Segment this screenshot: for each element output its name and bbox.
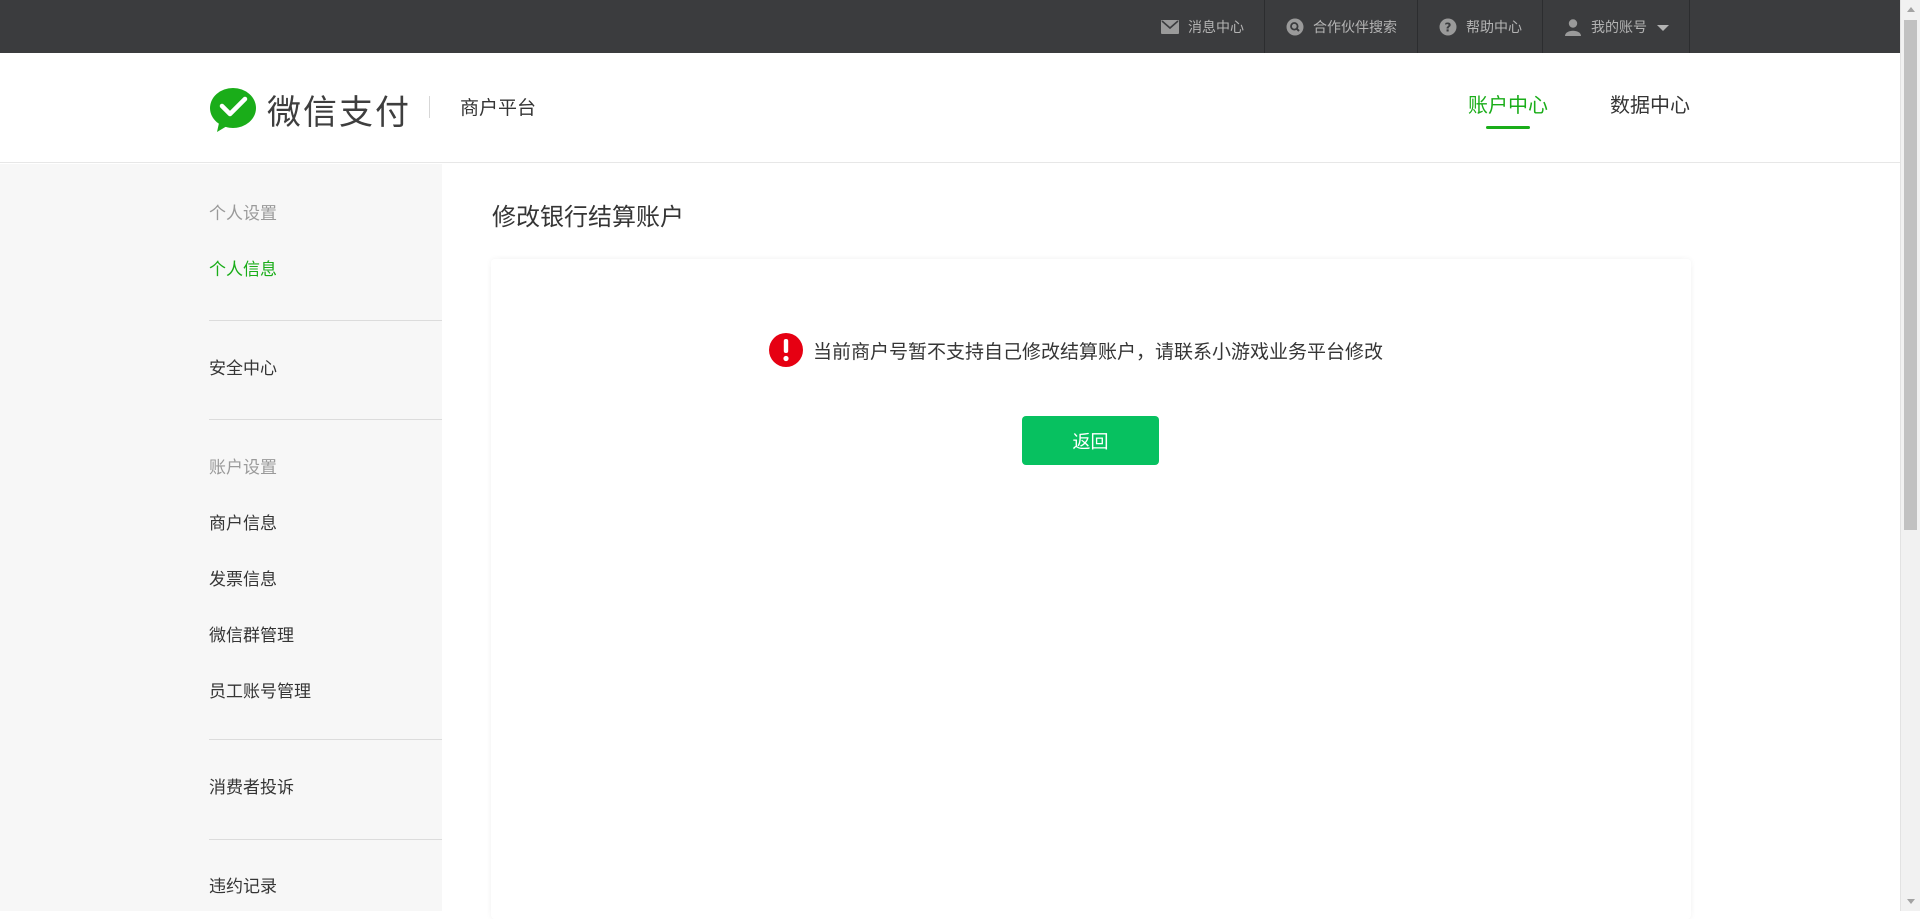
site-header: 微信支付 商户平台 账户中心 数据中心 — [0, 53, 1900, 163]
main-nav: 账户中心 数据中心 — [1406, 89, 1690, 129]
scrollbar[interactable] — [1900, 0, 1920, 911]
sidebar-item-staff-accounts[interactable]: 员工账号管理 — [209, 664, 442, 720]
sidebar: 个人设置 个人信息 安全中心 账户设置 商户信息 发票信息 微信群管理 员工账号… — [0, 164, 442, 911]
platform-name: 商户平台 — [460, 97, 537, 119]
page-title: 修改银行结算账户 — [492, 203, 684, 231]
scrollbar-thumb[interactable] — [1904, 20, 1917, 530]
sidebar-violations-section: 违约记录 — [209, 859, 442, 915]
sidebar-item-violation-records[interactable]: 违约记录 — [209, 859, 442, 915]
logo-divider — [429, 96, 430, 118]
message-center-label: 消息中心 — [1188, 19, 1244, 36]
sidebar-complaints-section: 消费者投诉 — [209, 760, 442, 816]
help-center-label: 帮助中心 — [1466, 19, 1522, 36]
chevron-down-icon — [1657, 25, 1669, 31]
wechat-pay-logo-icon — [210, 87, 256, 132]
partner-search-link[interactable]: 合作伙伴搜索 — [1264, 0, 1417, 53]
message-center-link[interactable]: 消息中心 — [1140, 0, 1264, 53]
tab-account-center[interactable]: 账户中心 — [1468, 89, 1548, 129]
back-button[interactable]: 返回 — [1022, 416, 1159, 465]
sidebar-item-security[interactable]: 安全中心 — [209, 341, 442, 397]
sidebar-heading-account: 账户设置 — [209, 458, 277, 478]
error-notice: 当前商户号暂不支持自己修改结算账户，请联系小游戏业务平台修改 — [769, 333, 1383, 367]
svg-text:?: ? — [1445, 20, 1452, 34]
notice-text: 当前商户号暂不支持自己修改结算账户，请联系小游戏业务平台修改 — [813, 340, 1384, 363]
sidebar-heading-personal: 个人设置 — [209, 204, 277, 224]
scroll-down-icon[interactable] — [1907, 899, 1915, 904]
search-icon — [1285, 17, 1305, 37]
sidebar-item-merchant-info[interactable]: 商户信息 — [209, 496, 442, 552]
sidebar-item-consumer-complaints[interactable]: 消费者投诉 — [209, 760, 442, 816]
my-account-dropdown[interactable]: 我的账号 — [1542, 0, 1690, 53]
sidebar-security-section: 安全中心 — [209, 341, 442, 397]
logo-text: 微信支付 — [267, 93, 411, 133]
sidebar-item-invoice-info[interactable]: 发票信息 — [209, 552, 442, 608]
tab-data-center[interactable]: 数据中心 — [1610, 89, 1690, 129]
sidebar-divider — [209, 839, 442, 840]
user-icon — [1563, 17, 1583, 37]
help-center-link[interactable]: ? 帮助中心 — [1417, 0, 1542, 53]
sidebar-divider — [209, 419, 442, 420]
my-account-label: 我的账号 — [1591, 19, 1647, 36]
partner-search-label: 合作伙伴搜索 — [1313, 19, 1397, 36]
mail-icon — [1160, 17, 1180, 37]
scroll-up-icon[interactable] — [1907, 7, 1915, 12]
sidebar-account-section: 账户设置 商户信息 发票信息 微信群管理 员工账号管理 — [209, 440, 442, 720]
content-card: 当前商户号暂不支持自己修改结算账户，请联系小游戏业务平台修改 返回 — [491, 259, 1691, 919]
top-bar-menu: 消息中心 合作伙伴搜索 ? 帮助中心 我的账号 — [1140, 0, 1690, 53]
wechat-pay-logo[interactable]: 微信支付 — [209, 85, 411, 134]
sidebar-personal-section: 个人设置 个人信息 — [209, 186, 442, 298]
sidebar-divider — [209, 739, 442, 740]
alert-icon — [769, 333, 803, 367]
help-icon: ? — [1438, 17, 1458, 37]
sidebar-item-wechat-group[interactable]: 微信群管理 — [209, 608, 442, 664]
sidebar-item-personal-info[interactable]: 个人信息 — [209, 242, 442, 298]
top-bar: 消息中心 合作伙伴搜索 ? 帮助中心 我的账号 — [0, 0, 1920, 53]
sidebar-divider — [209, 320, 442, 321]
